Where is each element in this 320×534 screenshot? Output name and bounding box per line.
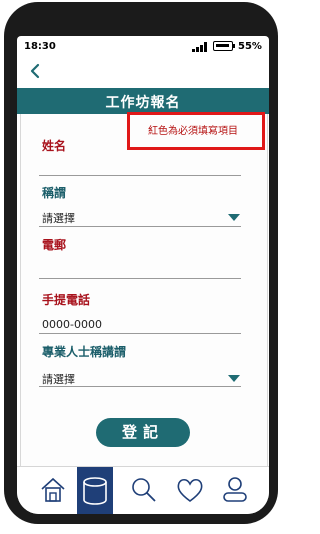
phone-frame: 18:30 55% 工作坊報名 紅色為必須填寫項目 姓名 稱謂 請選擇 電郵 手… [4,2,278,524]
back-chevron-icon[interactable] [27,62,45,80]
battery-icon [213,41,233,51]
register-button[interactable]: 登記 [96,418,190,447]
mobile-input[interactable]: 0000-0000 [42,318,102,331]
database-icon [83,477,107,505]
form-area [20,114,268,466]
professional-title-select[interactable] [39,386,241,387]
salutation-label: 稱謂 [42,186,67,200]
salutation-dropdown-caret-icon[interactable] [228,214,240,221]
name-field[interactable] [39,175,241,176]
required-note-highlight: 紅色為必須填寫項目 [127,112,265,150]
page-title: 工作坊報名 [105,95,181,111]
battery-tip [233,44,235,48]
status-time: 18:30 [24,41,56,52]
tab-profile[interactable] [217,467,253,514]
professional-title-dropdown-caret-icon[interactable] [228,375,240,382]
title-bar: 工作坊報名 [17,88,269,114]
professional-title-select-value[interactable]: 請選擇 [42,371,75,387]
professional-title-label: 專業人士稱講謂 [42,345,127,359]
name-label: 姓名 [42,139,67,153]
salutation-select-value[interactable]: 請選擇 [42,210,75,226]
email-field[interactable] [39,278,241,279]
mobile-field-underline [39,333,241,334]
user-icon [223,477,247,502]
email-label: 電郵 [42,238,67,252]
required-note: 紅色為必須填寫項目 [148,126,238,137]
search-icon [132,478,156,502]
salutation-select[interactable] [39,226,241,227]
tab-home[interactable] [35,467,71,514]
battery-percent: 55% [238,41,262,52]
tab-database[interactable] [77,467,113,514]
tab-bar [17,466,269,514]
screen: 18:30 55% 工作坊報名 紅色為必須填寫項目 姓名 稱謂 請選擇 電郵 手… [17,36,269,514]
mobile-label: 手提電話 [42,293,91,307]
tab-favorites[interactable] [171,467,207,514]
tab-search[interactable] [125,467,161,514]
home-icon [41,477,65,502]
status-bar: 18:30 55% [17,36,269,58]
heart-icon [177,478,203,502]
signal-icon [192,42,208,52]
